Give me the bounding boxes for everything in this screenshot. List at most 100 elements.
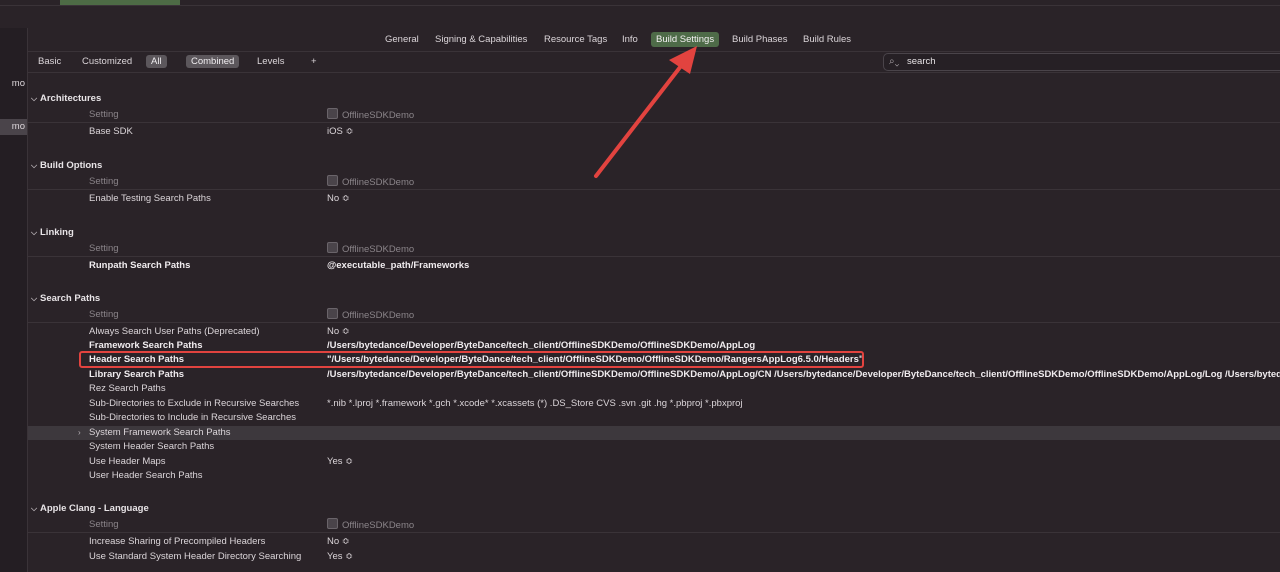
- setting-value[interactable]: No ≎: [327, 325, 350, 339]
- tab-build-phases[interactable]: Build Phases: [727, 32, 792, 47]
- section-apple-clang-language[interactable]: ⌵ Apple Clang - Language: [28, 502, 149, 516]
- magnifier-icon: ⌕⌄: [889, 56, 900, 67]
- setting-value[interactable]: No ≎: [327, 192, 350, 206]
- column-header-row: Setting OfflineSDKDemo: [28, 242, 1280, 256]
- setting-row[interactable]: Use Header Maps Yes ≎: [28, 455, 1280, 469]
- setting-name: Sub-Directories to Include in Recursive …: [89, 412, 296, 423]
- setting-name: User Header Search Paths: [89, 470, 203, 481]
- setting-name: Rez Search Paths: [89, 383, 166, 394]
- chevron-down-icon: ⌵: [30, 228, 38, 237]
- setting-name: Always Search User Paths (Deprecated): [89, 326, 260, 337]
- section-title: Build Options: [40, 160, 103, 171]
- section-linking[interactable]: ⌵ Linking: [28, 226, 74, 240]
- setting-name: Use Header Maps: [89, 456, 166, 467]
- target-icon: [327, 175, 338, 186]
- sidebar-item-label: mo: [11, 78, 25, 89]
- setting-value[interactable]: No ≎: [327, 535, 350, 549]
- section-title: Linking: [40, 227, 74, 238]
- filter-customized-button[interactable]: Customized: [77, 55, 137, 68]
- setting-column-label: Setting: [89, 519, 119, 530]
- section-build-options[interactable]: ⌵ Build Options: [28, 159, 102, 173]
- target-icon: [327, 518, 338, 529]
- setting-row[interactable]: Sub-Directories to Include in Recursive …: [28, 411, 1280, 425]
- tab-resource-tags[interactable]: Resource Tags: [539, 32, 612, 47]
- setting-row[interactable]: Library Search Paths/Users/bytedance/Dev…: [28, 368, 1280, 382]
- setting-column-label: Setting: [89, 176, 119, 187]
- add-setting-button[interactable]: +: [306, 55, 322, 68]
- setting-value[interactable]: /Users/bytedance/Developer/ByteDance/tec…: [327, 368, 1280, 382]
- setting-row[interactable]: Use Standard System Header Directory Sea…: [28, 550, 1280, 564]
- tab-build-rules[interactable]: Build Rules: [798, 32, 856, 47]
- target-icon: [327, 308, 338, 319]
- chevron-down-icon: ⌵: [30, 294, 38, 303]
- target-column-label: OfflineSDKDemo: [327, 108, 414, 123]
- filter-combined-button[interactable]: Combined: [186, 55, 240, 68]
- setting-row[interactable]: System Header Search Paths: [28, 440, 1280, 454]
- setting-name: Runpath Search Paths: [89, 260, 191, 271]
- column-header-row: Setting OfflineSDKDemo: [28, 308, 1280, 322]
- column-header-row: Setting OfflineSDKDemo: [28, 108, 1280, 122]
- sidebar-item-project[interactable]: mo: [0, 76, 27, 92]
- search-field[interactable]: ⌕⌄ search: [883, 53, 1280, 71]
- search-input[interactable]: search: [907, 56, 936, 67]
- setting-value[interactable]: *.nib *.lproj *.framework *.gch *.xcode*…: [327, 397, 743, 411]
- setting-value[interactable]: iOS ≎: [327, 125, 353, 139]
- setting-row[interactable]: Runpath Search Paths @executable_path/Fra…: [28, 259, 1280, 273]
- section-architectures[interactable]: ⌵ Architectures: [28, 92, 101, 106]
- setting-row[interactable]: Sub-Directories to Exclude in Recursive …: [28, 397, 1280, 411]
- disclosure-right-icon[interactable]: ›: [78, 426, 81, 440]
- tab-general[interactable]: General: [380, 32, 424, 47]
- window-top-strip: [0, 0, 1280, 28]
- target-sidebar: mo mo: [0, 28, 28, 572]
- target-column-label: OfflineSDKDemo: [327, 518, 414, 533]
- section-search-paths[interactable]: ⌵ Search Paths: [28, 292, 100, 306]
- setting-name: Library Search Paths: [89, 369, 185, 380]
- setting-row[interactable]: Rez Search Paths: [28, 382, 1280, 396]
- setting-row[interactable]: Increase Sharing of Precompiled Headers N…: [28, 535, 1280, 549]
- setting-row-selected[interactable]: › System Framework Search Paths: [28, 426, 1280, 440]
- setting-row[interactable]: User Header Search Paths: [28, 469, 1280, 483]
- chevron-down-icon: ⌵: [30, 504, 38, 513]
- target-icon: [327, 242, 338, 253]
- setting-column-label: Setting: [89, 243, 119, 254]
- column-header-row: Setting OfflineSDKDemo: [28, 518, 1280, 532]
- section-title: Architectures: [40, 93, 102, 104]
- chevron-down-icon: ⌵: [30, 94, 38, 103]
- setting-value[interactable]: @executable_path/Frameworks: [327, 259, 469, 273]
- target-column-label: OfflineSDKDemo: [327, 308, 414, 323]
- highlight-box-header-search-paths: [79, 351, 864, 368]
- sidebar-item-label: mo: [11, 121, 25, 132]
- setting-row[interactable]: Enable Testing Search Paths No ≎: [28, 192, 1280, 206]
- target-column-label: OfflineSDKDemo: [327, 175, 414, 190]
- setting-column-label: Setting: [89, 109, 119, 120]
- setting-name: Sub-Directories to Exclude in Recursive …: [89, 398, 300, 409]
- build-settings-filter-bar: Basic Customized All Combined Levels + ⌕…: [28, 52, 1280, 73]
- setting-name: Use Standard System Header Directory Sea…: [89, 551, 302, 562]
- setting-column-label: Setting: [89, 309, 119, 320]
- target-column-label: OfflineSDKDemo: [327, 242, 414, 257]
- tab-info[interactable]: Info: [617, 32, 643, 47]
- section-title: Search Paths: [40, 293, 101, 304]
- section-title: Apple Clang - Language: [40, 503, 149, 514]
- setting-value[interactable]: Yes ≎: [327, 550, 353, 564]
- target-icon: [327, 108, 338, 119]
- tab-signing-capabilities[interactable]: Signing & Capabilities: [430, 32, 532, 47]
- chevron-down-icon: ⌵: [30, 161, 38, 170]
- setting-name: Base SDK: [89, 126, 133, 137]
- setting-row[interactable]: Always Search User Paths (Deprecated) No …: [28, 325, 1280, 339]
- tab-build-settings[interactable]: Build Settings: [651, 32, 720, 47]
- setting-name: Increase Sharing of Precompiled Headers: [89, 536, 266, 547]
- top-divider: [0, 5, 1280, 6]
- filter-basic-button[interactable]: Basic: [33, 55, 66, 68]
- column-header-row: Setting OfflineSDKDemo: [28, 175, 1280, 189]
- build-settings-table: ⌵ Architectures Setting OfflineSDKDemo Bas…: [28, 73, 1280, 572]
- setting-name: System Framework Search Paths: [89, 427, 231, 438]
- filter-all-button[interactable]: All: [146, 55, 167, 68]
- setting-name: System Header Search Paths: [89, 441, 215, 452]
- sidebar-item-target[interactable]: mo: [0, 119, 27, 135]
- setting-value[interactable]: Yes ≎: [327, 455, 353, 469]
- editor-tab-bar: General Signing & Capabilities Resource …: [28, 28, 1280, 52]
- filter-levels-button[interactable]: Levels: [252, 55, 289, 68]
- setting-row[interactable]: Base SDK iOS ≎: [28, 125, 1280, 139]
- setting-name: Enable Testing Search Paths: [89, 193, 211, 204]
